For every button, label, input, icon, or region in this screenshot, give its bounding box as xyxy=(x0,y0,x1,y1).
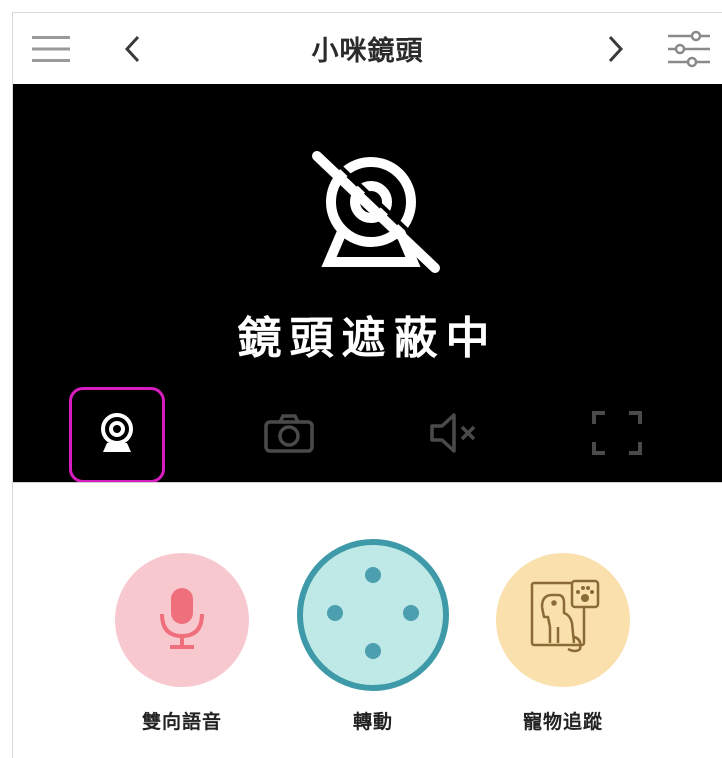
fullscreen-button[interactable] xyxy=(569,387,665,483)
pet-tracking-button[interactable] xyxy=(496,553,630,687)
mute-button[interactable] xyxy=(407,387,503,483)
webcam-icon xyxy=(97,411,137,459)
chevron-left-icon[interactable] xyxy=(111,13,155,84)
pet-tracking-label: 寵物追蹤 xyxy=(522,711,603,733)
fullscreen-icon xyxy=(591,410,643,460)
speaker-muted-icon xyxy=(428,411,482,459)
camera-view: 鏡頭遮蔽中 xyxy=(13,84,722,483)
snapshot-button[interactable] xyxy=(241,387,337,483)
app-screen: 小咪鏡頭 鏡頭遮蔽中 雙向語音 轉動 寵物追蹤 xyxy=(12,12,722,758)
hamburger-menu-icon[interactable] xyxy=(25,13,77,84)
divider xyxy=(13,482,722,483)
rotate-label: 轉動 xyxy=(352,711,393,733)
camera-status-text: 鏡頭遮蔽中 xyxy=(237,313,498,364)
pet-tracking-icon xyxy=(520,577,606,663)
direction-pad-icon xyxy=(303,543,443,687)
chevron-right-icon[interactable] xyxy=(593,13,637,84)
sliders-settings-icon[interactable] xyxy=(661,13,717,84)
camera-off-icon xyxy=(303,142,443,286)
microphone-icon xyxy=(152,582,212,658)
privacy-camera-toggle[interactable] xyxy=(69,387,165,483)
camera-icon xyxy=(263,412,315,458)
top-bar: 小咪鏡頭 xyxy=(13,13,722,84)
two-way-audio-label: 雙向語音 xyxy=(141,711,222,733)
rotate-button[interactable] xyxy=(297,539,449,691)
two-way-audio-button[interactable] xyxy=(115,553,249,687)
